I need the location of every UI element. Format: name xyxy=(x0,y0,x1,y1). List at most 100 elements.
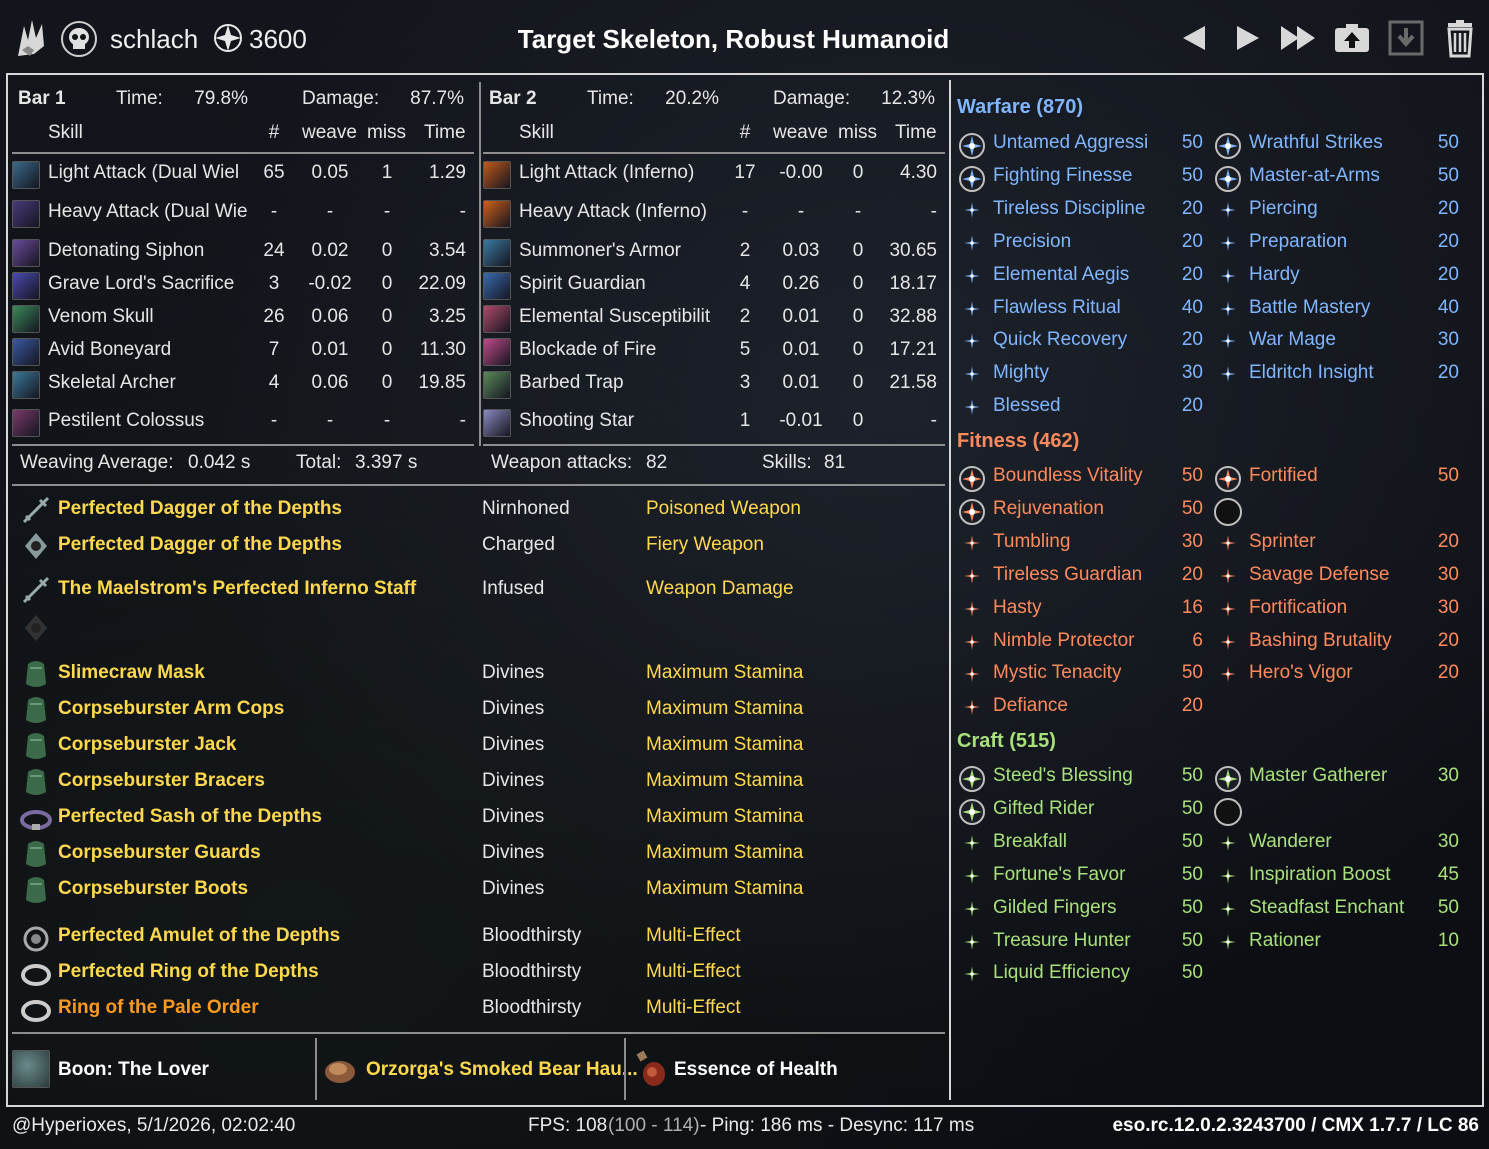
passive-star-icon xyxy=(1220,267,1236,284)
skill-time: - xyxy=(459,410,466,431)
venom-skull-icon xyxy=(12,305,40,333)
gear-name: Slimecraw Mask xyxy=(58,662,205,683)
bar1-label: Bar 1 xyxy=(18,88,66,109)
cp-skill-name: Mystic Tenacity xyxy=(993,662,1122,684)
passive-star-icon xyxy=(1220,933,1236,950)
siphon-icon xyxy=(12,239,40,267)
gear-trait: Divines xyxy=(482,698,545,719)
skill-weave: - xyxy=(797,201,805,222)
staff-icon xyxy=(22,576,50,604)
skill-weave: 0.06 xyxy=(311,372,349,393)
frame-right xyxy=(1482,73,1484,1107)
slotted-star-icon xyxy=(1215,165,1241,192)
gear-enchant: Multi-Effect xyxy=(646,997,741,1018)
passive-star-icon xyxy=(1220,633,1236,650)
champion-points: 3600 xyxy=(249,24,307,54)
passive-star-icon xyxy=(1220,867,1236,884)
cp-skill-value: 50 xyxy=(1181,765,1203,786)
skill-time: 18.17 xyxy=(889,273,937,294)
cp-skill-value: 20 xyxy=(1181,230,1203,252)
passive-star-icon xyxy=(1220,666,1236,683)
bar2-damage: 12.3% xyxy=(881,88,935,109)
passive-star-icon xyxy=(964,300,980,317)
cp-skill-value: 20 xyxy=(1437,662,1459,684)
gear-enchant: Maximum Stamina xyxy=(646,734,804,755)
cp-skill-value: 10 xyxy=(1437,929,1459,951)
next-fight-button[interactable] xyxy=(1227,18,1267,58)
skill-weave: - xyxy=(326,201,334,222)
bar2-header-divider xyxy=(483,152,945,154)
cp-skill-value: 20 xyxy=(1437,530,1459,552)
gear-trait: Divines xyxy=(482,842,545,863)
skill-miss: - xyxy=(854,201,862,222)
header: schlach 3600 Target Skeleton, Robust Hum… xyxy=(0,0,1489,76)
skill-time: 1.29 xyxy=(429,162,466,183)
passive-star-icon xyxy=(964,666,980,683)
passive-star-icon xyxy=(964,267,980,284)
previous-fight-button[interactable] xyxy=(1175,18,1215,58)
skill-miss: 0 xyxy=(852,372,864,393)
amulet-icon xyxy=(23,926,49,952)
summary-divider xyxy=(12,484,945,486)
cp-skill-name: Battle Mastery xyxy=(1249,296,1371,318)
skill-weave: 0.01 xyxy=(311,339,349,360)
bar2-bottom-divider xyxy=(483,444,945,446)
cp-skill-name: Rationer xyxy=(1249,929,1321,951)
cp-skill-value: 50 xyxy=(1181,929,1203,951)
bar2-col-time: Time xyxy=(895,122,937,143)
cp-skill-name: Tumbling xyxy=(993,530,1071,552)
passive-star-icon xyxy=(1220,567,1236,584)
cp-skill-name: Steed's Blessing xyxy=(993,765,1133,786)
skill-miss: 0 xyxy=(852,339,864,360)
gear-enchant: Maximum Stamina xyxy=(646,770,804,791)
total-label: Total: xyxy=(296,452,342,473)
skill-count: 3 xyxy=(739,372,751,393)
gear-trait: Divines xyxy=(482,770,545,791)
boots-icon xyxy=(26,877,46,903)
gear-enchant: Maximum Stamina xyxy=(646,806,804,827)
gear-trait: Bloodthirsty xyxy=(482,997,582,1018)
passive-star-icon xyxy=(1220,835,1236,851)
total-value: 3.397 s xyxy=(355,452,418,473)
cp-skill-value: 45 xyxy=(1437,863,1459,885)
cp-skill-value: 50 xyxy=(1181,962,1203,984)
buff-divider-1 xyxy=(315,1038,317,1100)
blockade-icon xyxy=(483,338,511,366)
skill-time: 17.21 xyxy=(889,339,937,360)
skill-count: - xyxy=(270,410,278,431)
gear-name: Corpseburster Bracers xyxy=(58,770,265,791)
skill-name: Light Attack (Dual Wiel xyxy=(48,162,240,183)
passive-star-icon xyxy=(964,699,980,716)
last-fight-button[interactable] xyxy=(1279,18,1319,58)
weapon-attacks-label: Weapon attacks: xyxy=(491,452,633,473)
save-button[interactable] xyxy=(1386,18,1426,58)
skill-name: Spirit Guardian xyxy=(519,273,646,294)
cp-skill-name: Wanderer xyxy=(1249,830,1332,852)
passive-star-icon xyxy=(1220,366,1236,383)
cp-skill-name: Quick Recovery xyxy=(993,329,1128,351)
skill-time: 30.65 xyxy=(889,240,937,261)
inferno-heavy-icon xyxy=(483,200,511,228)
upload-button[interactable] xyxy=(1332,18,1372,58)
skill-count: 24 xyxy=(263,240,285,261)
skill-miss: 0 xyxy=(852,240,864,261)
boon-label: Boon: The Lover xyxy=(58,1059,209,1080)
bar1-header-divider xyxy=(12,152,474,154)
cp-skill-value: 20 xyxy=(1437,197,1459,219)
cmx-logo-icon xyxy=(18,20,44,56)
empty-cp-slot-icon xyxy=(1214,797,1242,826)
slotted-star-icon xyxy=(959,798,985,825)
skill-weave: 0.26 xyxy=(782,273,820,294)
cp-skill-value: 50 xyxy=(1181,164,1203,186)
cp-skill-name: Blessed xyxy=(993,395,1061,417)
slotted-star-icon xyxy=(1215,766,1241,792)
gear-name: Corpseburster Jack xyxy=(58,734,237,755)
passive-star-icon xyxy=(964,535,980,551)
cp-skill-value: 16 xyxy=(1181,596,1203,618)
cp-skill-name: War Mage xyxy=(1249,329,1336,351)
bar1-bottom-divider xyxy=(12,444,474,446)
skill-weave: 0.06 xyxy=(311,306,349,327)
skill-name: Pestilent Colossus xyxy=(48,410,205,431)
delete-button[interactable] xyxy=(1440,18,1480,58)
skill-weave: 0.01 xyxy=(782,306,820,327)
